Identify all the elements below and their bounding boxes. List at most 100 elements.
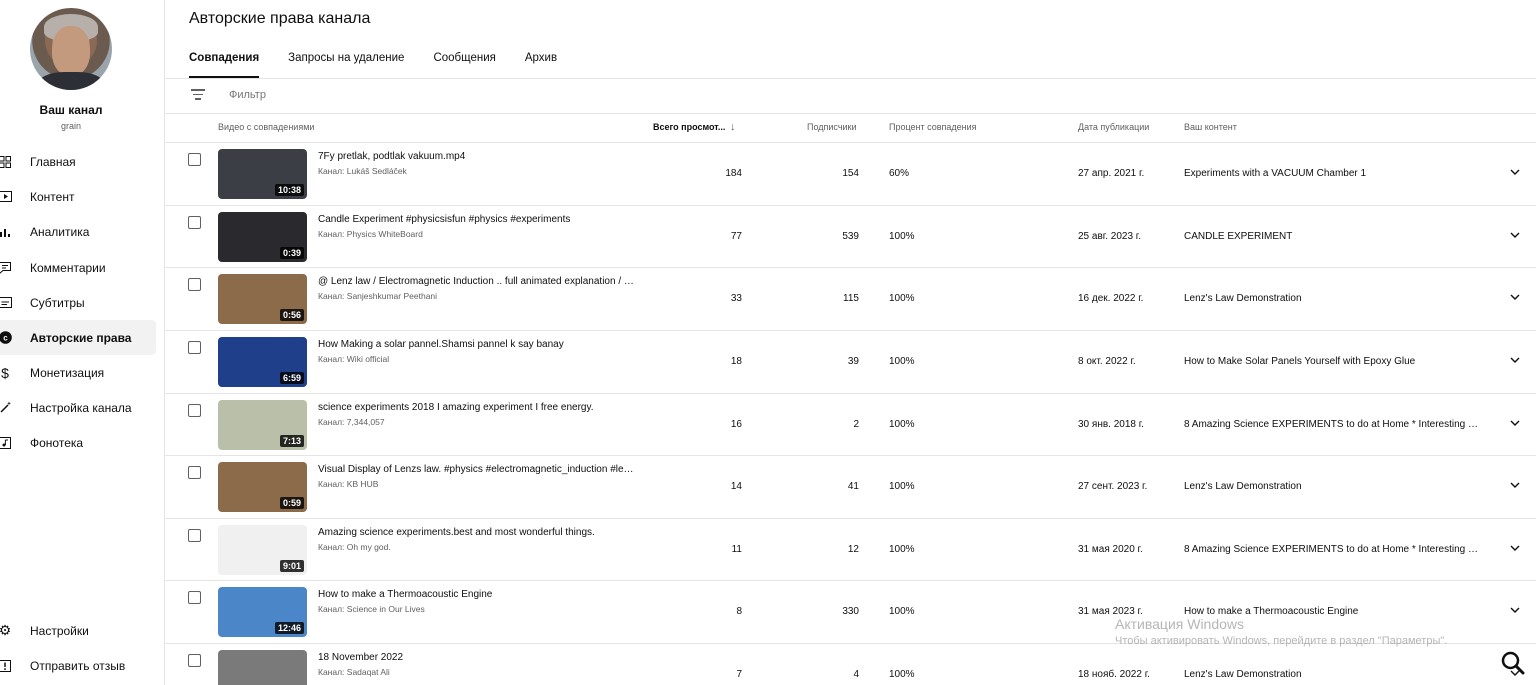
views-count: 11 (731, 544, 742, 555)
magic-wand-icon (0, 401, 12, 415)
row-checkbox[interactable] (188, 466, 201, 479)
sidebar-item-customization[interactable]: Настройка канала (0, 390, 156, 425)
publish-date: 8 окт. 2022 г. (1078, 356, 1136, 367)
sidebar-item-settings[interactable]: ⚙ Настройки (0, 613, 156, 648)
row-checkbox[interactable] (188, 404, 201, 417)
column-header-published[interactable]: Дата публикации (1078, 122, 1149, 132)
video-title[interactable]: Amazing science experiments.best and mos… (318, 527, 638, 538)
sidebar-item-feedback[interactable]: Отправить отзыв (0, 648, 156, 683)
table-row[interactable]: 9:01 Amazing science experiments.best and… (165, 518, 1536, 581)
sidebar-item-monetization[interactable]: $ Монетизация (0, 355, 156, 390)
table-row[interactable]: 12:46 How to make a Thermoacoustic Engine… (165, 580, 1536, 643)
chevron-down-icon[interactable] (1508, 416, 1522, 430)
video-thumbnail[interactable]: 0:39 (218, 212, 307, 262)
dollar-icon: $ (1, 364, 9, 381)
search-icon[interactable] (1500, 650, 1526, 676)
video-title[interactable]: How Making a solar pannel.Shamsi pannel … (318, 339, 638, 350)
video-thumbnail[interactable] (218, 650, 307, 685)
table-row[interactable]: 10:38 7Fy pretlak, podtlak vakuum.mp4 Кана… (165, 142, 1536, 205)
copyright-icon: c (0, 331, 12, 345)
your-content-title[interactable]: Lenz's Law Demonstration (1184, 293, 1484, 304)
your-content-title[interactable]: Lenz's Law Demonstration (1184, 669, 1484, 680)
column-header-match-percent[interactable]: Процент совпадения (889, 122, 977, 132)
sidebar-item-comments[interactable]: Комментарии (0, 250, 156, 285)
your-content-title[interactable]: Lenz's Law Demonstration (1184, 481, 1484, 492)
table-row[interactable]: 6:59 How Making a solar pannel.Shamsi pan… (165, 330, 1536, 393)
sidebar-item-copyright[interactable]: c Авторские права (0, 320, 156, 355)
table-row[interactable]: 0:39 Candle Experiment #physicsisfun #phy… (165, 205, 1536, 268)
row-checkbox[interactable] (188, 341, 201, 354)
video-title[interactable]: science experiments 2018 I amazing exper… (318, 402, 638, 413)
column-header-views[interactable]: Всего просмот... (653, 122, 725, 132)
video-duration: 9:01 (279, 560, 304, 572)
publish-date: 31 мая 2023 г. (1078, 606, 1143, 617)
sort-arrow-icon[interactable]: ↓ (730, 121, 736, 133)
chevron-down-icon[interactable] (1508, 478, 1522, 492)
video-duration: 7:13 (279, 435, 304, 447)
publish-date: 18 нояб. 2022 г. (1078, 669, 1150, 680)
video-title[interactable]: Visual Display of Lenzs law. #physics #e… (318, 464, 638, 475)
video-thumbnail[interactable]: 10:38 (218, 149, 307, 199)
video-title[interactable]: Candle Experiment #physicsisfun #physics… (318, 214, 638, 225)
row-checkbox[interactable] (188, 529, 201, 542)
video-thumbnail[interactable]: 12:46 (218, 587, 307, 637)
table-row[interactable]: 7:13 science experiments 2018 I amazing e… (165, 393, 1536, 456)
tab-archive[interactable]: Архив (525, 52, 557, 78)
table-row[interactable]: 18 November 2022 Канал: Sadaqat Ali 7 4 100%… (165, 643, 1536, 685)
table-header: Видео с совпадениями Всего просмот... ↓ … (165, 114, 1536, 142)
video-thumbnail[interactable]: 9:01 (218, 525, 307, 575)
video-thumbnail[interactable]: 7:13 (218, 400, 307, 450)
sidebar-item-audio-library[interactable]: Фонотека (0, 425, 156, 460)
match-percent: 100% (889, 356, 915, 367)
sidebar-item-label: Настройка канала (30, 400, 132, 415)
row-checkbox[interactable] (188, 153, 201, 166)
tab-matches[interactable]: Совпадения (189, 52, 260, 78)
your-content-title[interactable]: How to Make Solar Panels Yourself with E… (1184, 356, 1484, 367)
video-title[interactable]: 7Fy pretlak, podtlak vakuum.mp4 (318, 151, 638, 162)
video-title[interactable]: How to make a Thermoacoustic Engine (318, 589, 638, 600)
video-title[interactable]: 18 November 2022 (318, 652, 638, 663)
your-content-title[interactable]: CANDLE EXPERIMENT (1184, 231, 1484, 242)
views-count: 18 (730, 356, 742, 367)
publish-date: 30 янв. 2018 г. (1078, 419, 1144, 430)
tab-removal-requests[interactable]: Запросы на удаление (288, 52, 404, 78)
chevron-down-icon[interactable] (1508, 541, 1522, 555)
chevron-down-icon[interactable] (1508, 228, 1522, 242)
chevron-down-icon[interactable] (1508, 165, 1522, 179)
video-channel: Канал: Wiki official (318, 354, 390, 364)
match-percent: 100% (889, 669, 915, 680)
row-checkbox[interactable] (188, 654, 201, 667)
filter-input[interactable] (229, 89, 529, 101)
your-content-title[interactable]: How to make a Thermoacoustic Engine (1184, 606, 1484, 617)
chevron-down-icon[interactable] (1508, 353, 1522, 367)
column-header-subscribers[interactable]: Подписчики (807, 122, 857, 132)
video-channel: Канал: Science in Our Lives (318, 604, 425, 614)
video-duration: 10:38 (274, 184, 304, 196)
row-checkbox[interactable] (188, 591, 201, 604)
sidebar-item-label: Фонотека (30, 435, 84, 450)
row-checkbox[interactable] (188, 216, 201, 229)
subscribers-count: 2 (853, 419, 859, 430)
video-thumbnail[interactable]: 6:59 (218, 337, 307, 387)
sidebar-item-dashboard[interactable]: Главная (0, 144, 156, 179)
video-thumbnail[interactable]: 0:56 (218, 274, 307, 324)
chevron-down-icon[interactable] (1508, 603, 1522, 617)
filter-icon[interactable] (191, 89, 205, 101)
your-content-title[interactable]: 8 Amazing Science EXPERIMENTS to do at H… (1184, 419, 1484, 430)
table-row[interactable]: 0:59 Visual Display of Lenzs law. #physic… (165, 455, 1536, 518)
sidebar-item-content[interactable]: Контент (0, 179, 156, 214)
table-row[interactable]: 0:56 @ Lenz law / Electromagnetic Inducti… (165, 267, 1536, 330)
your-content-title[interactable]: Experiments with a VACUUM Chamber 1 (1184, 168, 1484, 179)
tab-messages[interactable]: Сообщения (433, 52, 495, 78)
sidebar-item-analytics[interactable]: Аналитика (0, 214, 156, 249)
views-count: 184 (725, 168, 742, 179)
channel-avatar[interactable] (30, 8, 112, 90)
video-title[interactable]: @ Lenz law / Electromagnetic Induction .… (318, 276, 638, 287)
main-content: Авторские права канала Совпадения Запрос… (165, 0, 1536, 685)
sidebar-item-subtitles[interactable]: Субтитры (0, 285, 156, 320)
your-content-title[interactable]: 8 Amazing Science EXPERIMENTS to do at H… (1184, 544, 1484, 555)
sidebar-item-label: Настройки (30, 623, 89, 638)
video-thumbnail[interactable]: 0:59 (218, 462, 307, 512)
chevron-down-icon[interactable] (1508, 290, 1522, 304)
row-checkbox[interactable] (188, 278, 201, 291)
